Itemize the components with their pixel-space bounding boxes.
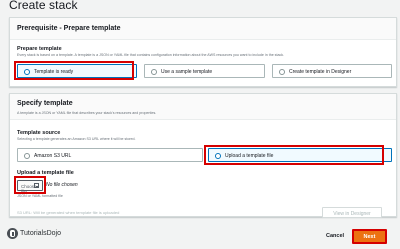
- template-source-label: Template source: [17, 130, 61, 136]
- radio-selected-icon[interactable]: [24, 68, 30, 75]
- page-title: Create stack: [9, 0, 78, 12]
- upload-file-hint: JSON or YAML formatted file: [17, 194, 63, 198]
- prerequisite-panel: Prerequisite - Prepare template Prepare …: [9, 17, 397, 87]
- next-label: Next: [363, 234, 376, 240]
- radio-icon[interactable]: [151, 68, 157, 75]
- option-upload-template-file[interactable]: Upload a template file: [208, 148, 392, 162]
- s3-url-readout: S3 URL: Will be generated when template …: [17, 210, 119, 215]
- next-button[interactable]: Next: [352, 229, 387, 244]
- option-label: Template is ready: [34, 68, 74, 75]
- file-icon: [34, 183, 39, 188]
- brand-name: TutorialsDojo: [20, 229, 61, 237]
- option-amazon-s3-url[interactable]: Amazon S3 URL: [17, 148, 203, 162]
- specify-template-panel: Specify template A template is a JSON or…: [9, 93, 397, 217]
- cancel-button[interactable]: Cancel: [326, 233, 344, 239]
- specify-template-subheading: A template is a JSON or YAML file that d…: [17, 111, 157, 115]
- specify-template-heading: Specify template: [17, 100, 73, 107]
- option-label: Upload a template file: [225, 152, 274, 159]
- option-use-sample-template[interactable]: Use a sample template: [144, 64, 265, 78]
- upload-file-label: Upload a template file: [17, 170, 74, 176]
- specify-template-panel-header: Specify template A template is a JSON or…: [10, 94, 396, 120]
- s3-url-value: Will be generated when template file is …: [33, 210, 120, 215]
- option-create-in-designer[interactable]: Create template in Designer: [272, 64, 392, 78]
- radio-selected-icon[interactable]: [215, 152, 221, 159]
- prepare-template-description: Every stack is based on a template. A te…: [17, 53, 285, 57]
- radio-icon[interactable]: [24, 152, 30, 159]
- prerequisite-panel-header: Prerequisite - Prepare template: [10, 18, 396, 40]
- no-file-chosen-text: No file chosen: [46, 182, 78, 188]
- template-source-description: Selecting a template generates an Amazon…: [17, 137, 136, 141]
- option-label: Create template in Designer: [289, 68, 352, 75]
- view-in-designer-label: View in Designer: [333, 210, 371, 217]
- option-label: Use a sample template: [161, 68, 213, 75]
- tutorialsdojo-logo-icon: [7, 228, 18, 239]
- radio-icon[interactable]: [279, 68, 285, 75]
- prepare-template-label: Prepare template: [17, 46, 62, 52]
- view-in-designer-button[interactable]: View in Designer: [322, 207, 382, 218]
- option-label: Amazon S3 URL: [34, 152, 72, 159]
- prerequisite-heading: Prerequisite - Prepare template: [17, 25, 121, 32]
- option-template-is-ready[interactable]: Template is ready: [17, 64, 137, 78]
- s3-url-label: S3 URL:: [17, 210, 33, 215]
- choose-file-button[interactable]: Choose file: [17, 180, 43, 194]
